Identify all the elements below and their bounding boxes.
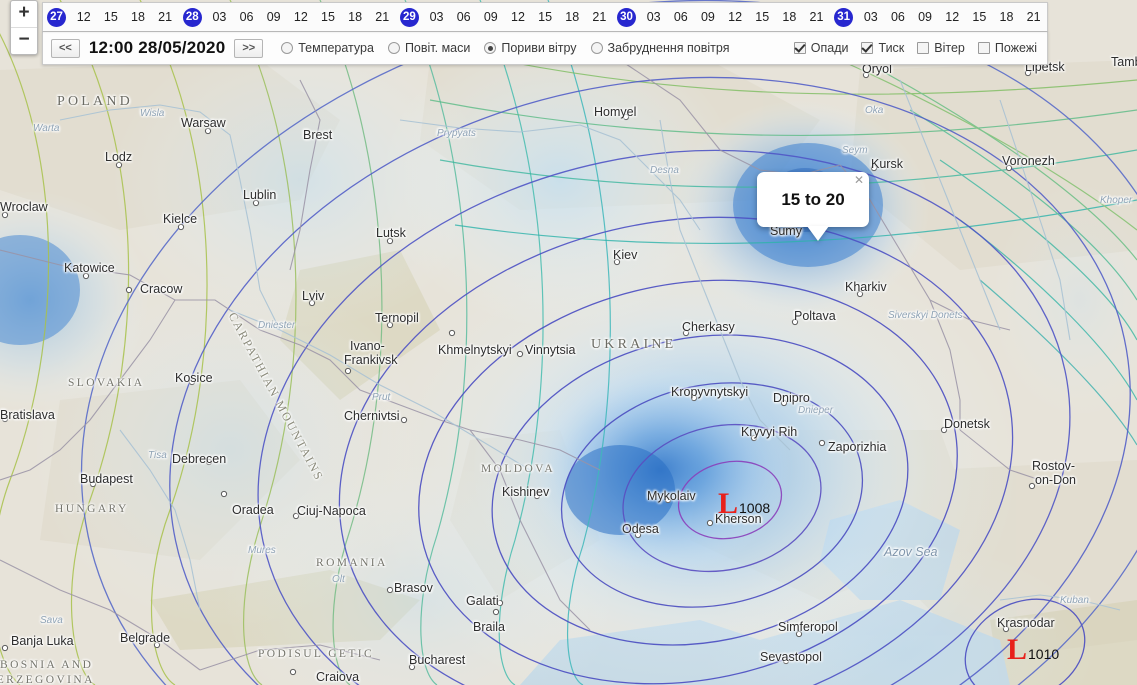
layer-radio-group: Температура Повіт. маси Пориви вітру Забруд…: [281, 41, 729, 55]
overlay-checkbox-3[interactable]: Пожежі: [977, 41, 1037, 55]
map-canvas[interactable]: [0, 0, 1137, 685]
timeline-hour-tick[interactable]: 18: [993, 10, 1020, 24]
overlay-checkbox-0[interactable]: Опади: [793, 41, 849, 55]
overlay-checkbox-2[interactable]: Вітер: [917, 41, 965, 55]
timeline-hour-tick[interactable]: 12: [939, 10, 966, 24]
timeline-strip[interactable]: 27 12 15 18 21 28 03 06 09 12 15 18 21 29 03 06 09 12 15 18…: [42, 2, 1048, 31]
timeline-hour-tick[interactable]: 21: [152, 10, 179, 24]
radio-icon[interactable]: [387, 42, 400, 54]
timeline-hour-tick[interactable]: 03: [423, 10, 450, 24]
pressure-center-low: L 1010: [1007, 633, 1060, 666]
timeline-day-marker[interactable]: 31: [830, 7, 857, 27]
layer-radio-label: Забруднення повітря: [607, 41, 730, 55]
timeline-day-marker[interactable]: 29: [396, 7, 423, 27]
timeline-hour-tick[interactable]: 18: [559, 10, 586, 24]
timeline-hour-tick[interactable]: 12: [287, 10, 314, 24]
timeline-hour-tick[interactable]: 18: [124, 10, 151, 24]
layer-radio-1[interactable]: Повіт. маси: [387, 41, 471, 55]
prev-step-button[interactable]: <<: [51, 38, 80, 58]
timeline-hour-tick[interactable]: 15: [532, 10, 559, 24]
pressure-value: 1008: [739, 500, 771, 516]
layer-radio-0[interactable]: Температура: [281, 41, 374, 55]
layer-radio-label: Пориви вітру: [501, 41, 577, 55]
timeline-day-label: 30: [617, 7, 637, 27]
layer-radio-label: Температура: [298, 41, 374, 55]
timeline-hour-tick[interactable]: 09: [477, 10, 504, 24]
timeline-hour-tick[interactable]: 12: [722, 10, 749, 24]
low-pressure-icon: L: [718, 487, 739, 520]
timeline-hour-tick[interactable]: 03: [640, 10, 667, 24]
map-graphics: [0, 0, 1137, 685]
radio-icon[interactable]: [590, 42, 603, 54]
timeline-day-label: 31: [834, 7, 854, 27]
timeline-hour-tick[interactable]: 06: [450, 10, 477, 24]
timeline-hour-tick[interactable]: 15: [966, 10, 993, 24]
timeline-hour-tick[interactable]: 12: [70, 10, 97, 24]
timeline-hour-tick[interactable]: 03: [857, 10, 884, 24]
gust-popup-value: 15 to 20: [781, 189, 845, 209]
timeline-hour-tick[interactable]: 21: [369, 10, 396, 24]
zoom-out-button[interactable]: −: [11, 27, 37, 54]
overlay-checkbox-label: Опади: [810, 41, 849, 55]
checkbox-icon[interactable]: [977, 42, 990, 54]
timeline-hour-tick[interactable]: 06: [233, 10, 260, 24]
timeline-hour-tick[interactable]: 21: [586, 10, 613, 24]
low-pressure-icon: L: [1007, 633, 1028, 666]
radio-icon[interactable]: [281, 42, 294, 54]
timeline-day-marker[interactable]: 30: [613, 7, 640, 27]
timeline-hour-tick[interactable]: 06: [884, 10, 911, 24]
timeline-hour-tick[interactable]: 15: [97, 10, 124, 24]
timeline-hour-tick[interactable]: 09: [694, 10, 721, 24]
checkbox-icon[interactable]: [861, 42, 874, 54]
timeline-day-marker[interactable]: 27: [43, 7, 70, 27]
timeline-items: 27 12 15 18 21 28 03 06 09 12 15 18 21 29 03 06 09 12 15 18…: [43, 3, 1047, 31]
radio-icon[interactable]: [484, 42, 497, 54]
timeline-hour-tick[interactable]: 21: [1020, 10, 1047, 24]
timeline-hour-tick[interactable]: 21: [803, 10, 830, 24]
zoom-control[interactable]: + −: [10, 0, 38, 55]
datetime-readout: 12:00 28/05/2020: [88, 38, 226, 57]
pressure-center-low: L 1008: [718, 487, 771, 520]
checkbox-icon[interactable]: [917, 42, 930, 54]
timeline-hour-tick[interactable]: 09: [260, 10, 287, 24]
timeline-hour-tick[interactable]: 03: [206, 10, 233, 24]
overlay-checkbox-group: Опади Тиск Вітер Пожежі: [793, 41, 1039, 55]
timeline-hour-tick[interactable]: 12: [504, 10, 531, 24]
timeline-day-label: 29: [399, 7, 419, 27]
gust-popup[interactable]: ✕ 15 to 20: [757, 172, 869, 241]
timeline-hour-tick[interactable]: 18: [776, 10, 803, 24]
timeline-hour-tick[interactable]: 15: [749, 10, 776, 24]
layer-radio-3[interactable]: Забруднення повітря: [590, 41, 730, 55]
overlay-checkbox-1[interactable]: Тиск: [861, 41, 904, 55]
timeline-day-label: 28: [182, 7, 202, 27]
weather-map-app: POLANDBELARUSUKRAINESLOVAKIAHUNGARYROMAN…: [0, 0, 1137, 685]
timeline-hour-tick[interactable]: 06: [667, 10, 694, 24]
overlay-checkbox-label: Пожежі: [994, 41, 1037, 55]
pressure-value: 1010: [1028, 646, 1060, 662]
overlay-checkbox-label: Вітер: [934, 41, 965, 55]
next-step-button[interactable]: >>: [234, 38, 264, 58]
timeline-day-label: 27: [47, 7, 67, 27]
layer-radio-2[interactable]: Пориви вітру: [484, 41, 577, 55]
layer-radio-label: Повіт. маси: [404, 41, 471, 55]
timeline-hour-tick[interactable]: 15: [314, 10, 341, 24]
top-panel: 27 12 15 18 21 28 03 06 09 12 15 18 21 29 03 06 09 12 15 18…: [42, 2, 1048, 65]
control-bar: << 12:00 28/05/2020 >> Температура Повіт.…: [42, 31, 1048, 65]
popup-tail: [807, 226, 829, 241]
checkbox-icon[interactable]: [793, 42, 806, 54]
zoom-in-button[interactable]: +: [11, 1, 37, 27]
timeline-hour-tick[interactable]: 18: [342, 10, 369, 24]
timeline-hour-tick[interactable]: 09: [912, 10, 939, 24]
timeline-day-marker[interactable]: 28: [179, 7, 206, 27]
overlay-checkbox-label: Тиск: [878, 41, 905, 55]
